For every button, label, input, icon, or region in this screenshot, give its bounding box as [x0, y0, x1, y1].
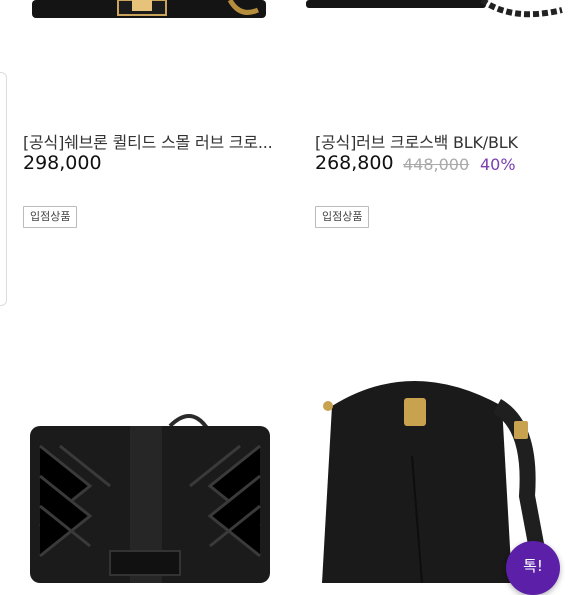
- product-badge-2: 입점상품: [315, 206, 370, 228]
- product-price-1: 298,000: [23, 152, 102, 174]
- product-price-2: 268,800: [315, 152, 394, 174]
- product-title-2[interactable]: [공식]러브 크로스백 BLK/BLK: [315, 129, 565, 153]
- product-image-3[interactable]: [0, 336, 290, 583]
- bag-image-3: [0, 336, 290, 583]
- bag-image-1: [0, 0, 290, 110]
- product-badge-1: 입점상품: [23, 206, 78, 228]
- side-panel-edge: [0, 72, 7, 306]
- product-original-price-2: 448,000: [403, 155, 470, 174]
- product-title-1[interactable]: [공식]쉐브론 퀼티드 스몰 러브 크로...: [23, 129, 278, 153]
- chat-button[interactable]: 톡!: [506, 541, 560, 595]
- product-image-2[interactable]: [292, 0, 583, 110]
- product-discount-2: 40%: [480, 155, 516, 174]
- bag-image-2: [292, 0, 583, 110]
- product-image-1[interactable]: [0, 0, 290, 110]
